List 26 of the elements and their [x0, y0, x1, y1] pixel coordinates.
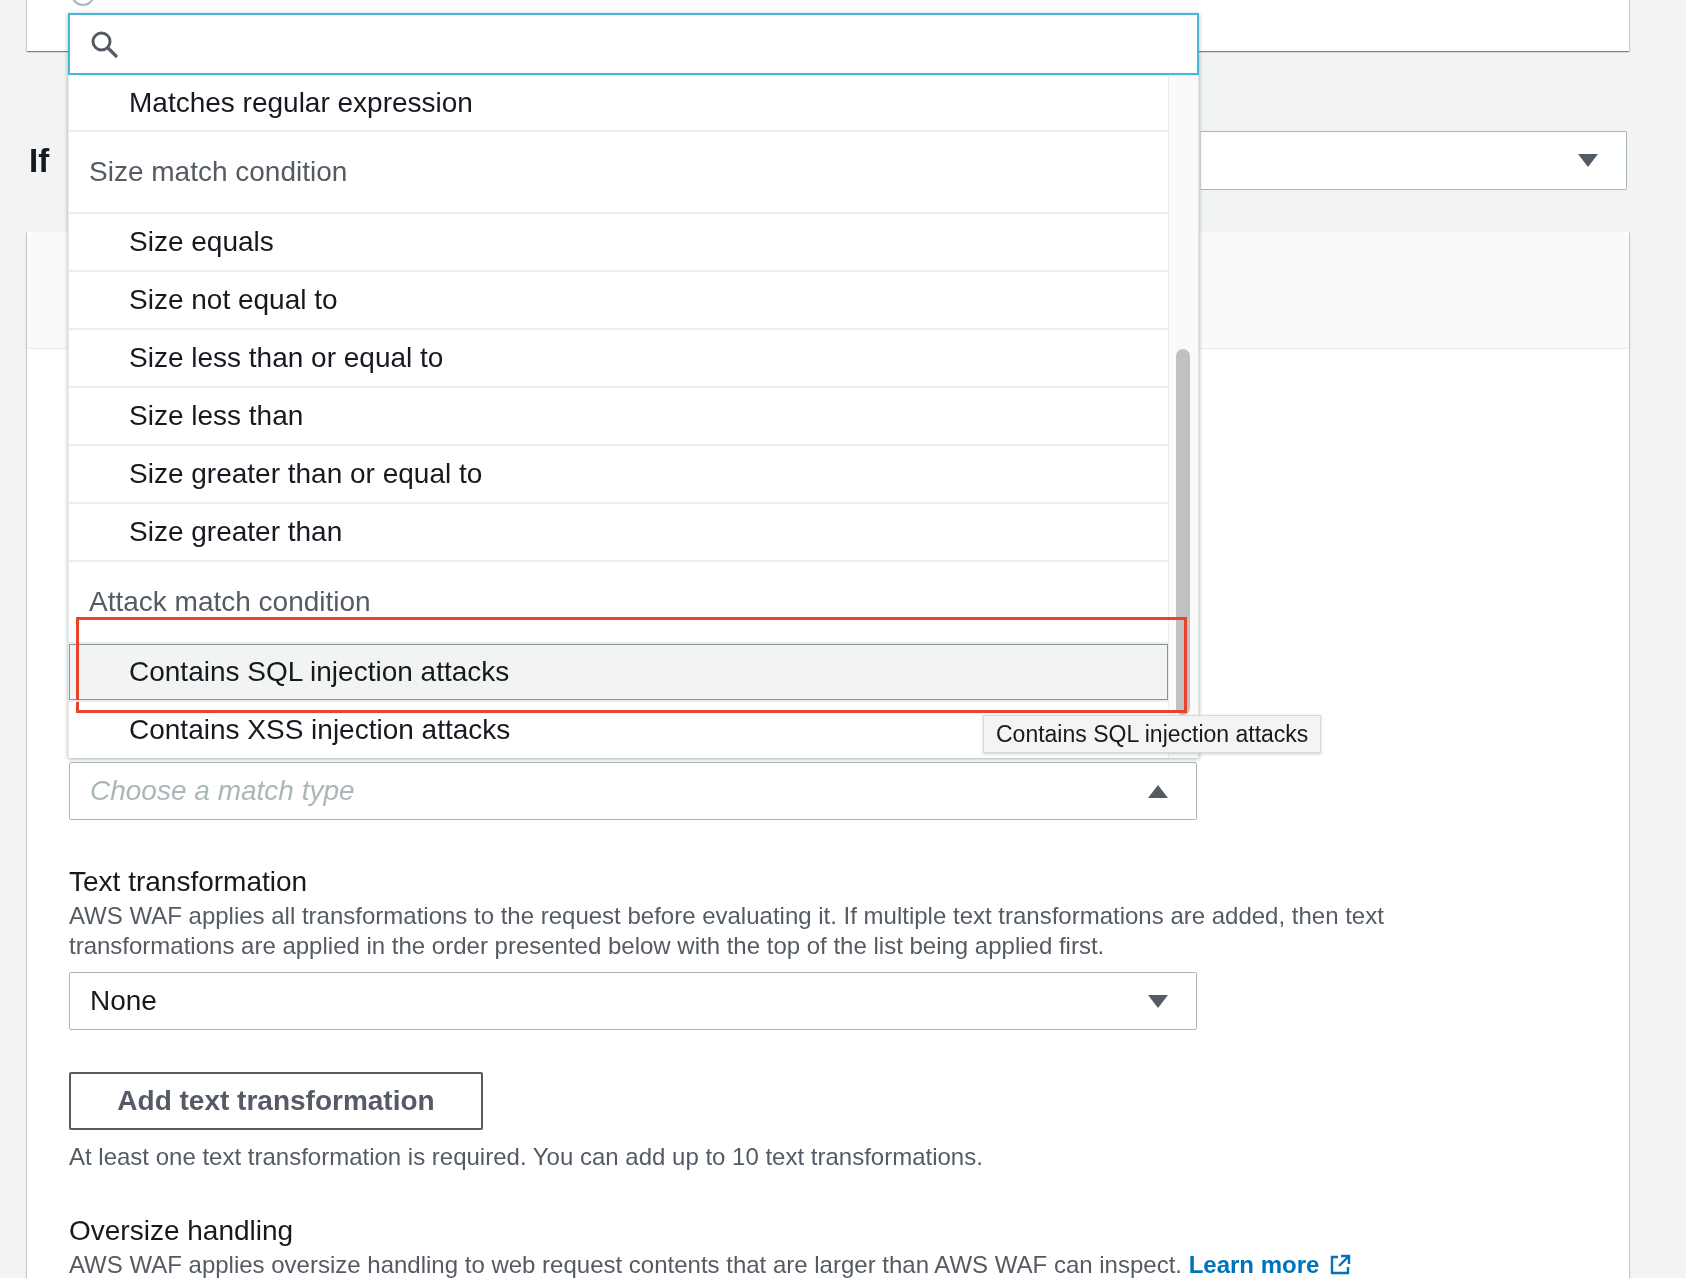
scrollbar-thumb[interactable]	[1176, 349, 1190, 715]
dropdown-option[interactable]: Size greater than	[69, 504, 363, 560]
field-label: Oversize handling	[69, 1215, 295, 1247]
add-transformation-button[interactable]: Add text transformation	[69, 1072, 483, 1130]
external-link-icon	[1329, 1254, 1352, 1276]
dropdown-option[interactable]: Size equals	[69, 214, 294, 270]
field-description: AWS WAF applies oversize handling to web request contents that are larger than AWS WAF can inspect. Learn more	[69, 1250, 1489, 1278]
dropdown-option[interactable]: Matches regular expression	[69, 75, 493, 130]
dropdown-option[interactable]: Contains XSS injection attacks	[69, 702, 531, 758]
statement-select[interactable]	[1200, 131, 1627, 190]
option-group-label: Size match condition	[69, 130, 1168, 212]
search-icon	[90, 30, 118, 58]
learn-more-link[interactable]: Learn more	[1188, 1251, 1352, 1278]
dropdown-option[interactable]: Contains SQL injection attacks	[69, 644, 1168, 700]
dropdown-option[interactable]: Size less than	[69, 388, 324, 444]
field-label: Text transformation	[69, 866, 309, 898]
section-heading: If	[29, 140, 50, 181]
dropdown-option[interactable]: Size less than or equal to	[69, 330, 464, 386]
field-description: AWS WAF applies all transformations to the request before evaluating it. If multiple text transformations are added, then text transformations are applied in the order presented below with the top of the list being applied first.	[69, 901, 1385, 961]
dropdown-option[interactable]: Size not equal to	[69, 272, 358, 328]
tooltip: Contains SQL injection attacks	[983, 715, 1322, 753]
field-hint: At least one text transformation is required. You can add up to 10 text transformations.	[69, 1142, 984, 1172]
transformation-select[interactable]: None	[69, 972, 1197, 1030]
option-group-label: Attack match condition	[69, 560, 1168, 642]
search-field[interactable]	[68, 13, 1199, 75]
dropdown-option[interactable]: Size greater than or equal to	[69, 446, 503, 502]
